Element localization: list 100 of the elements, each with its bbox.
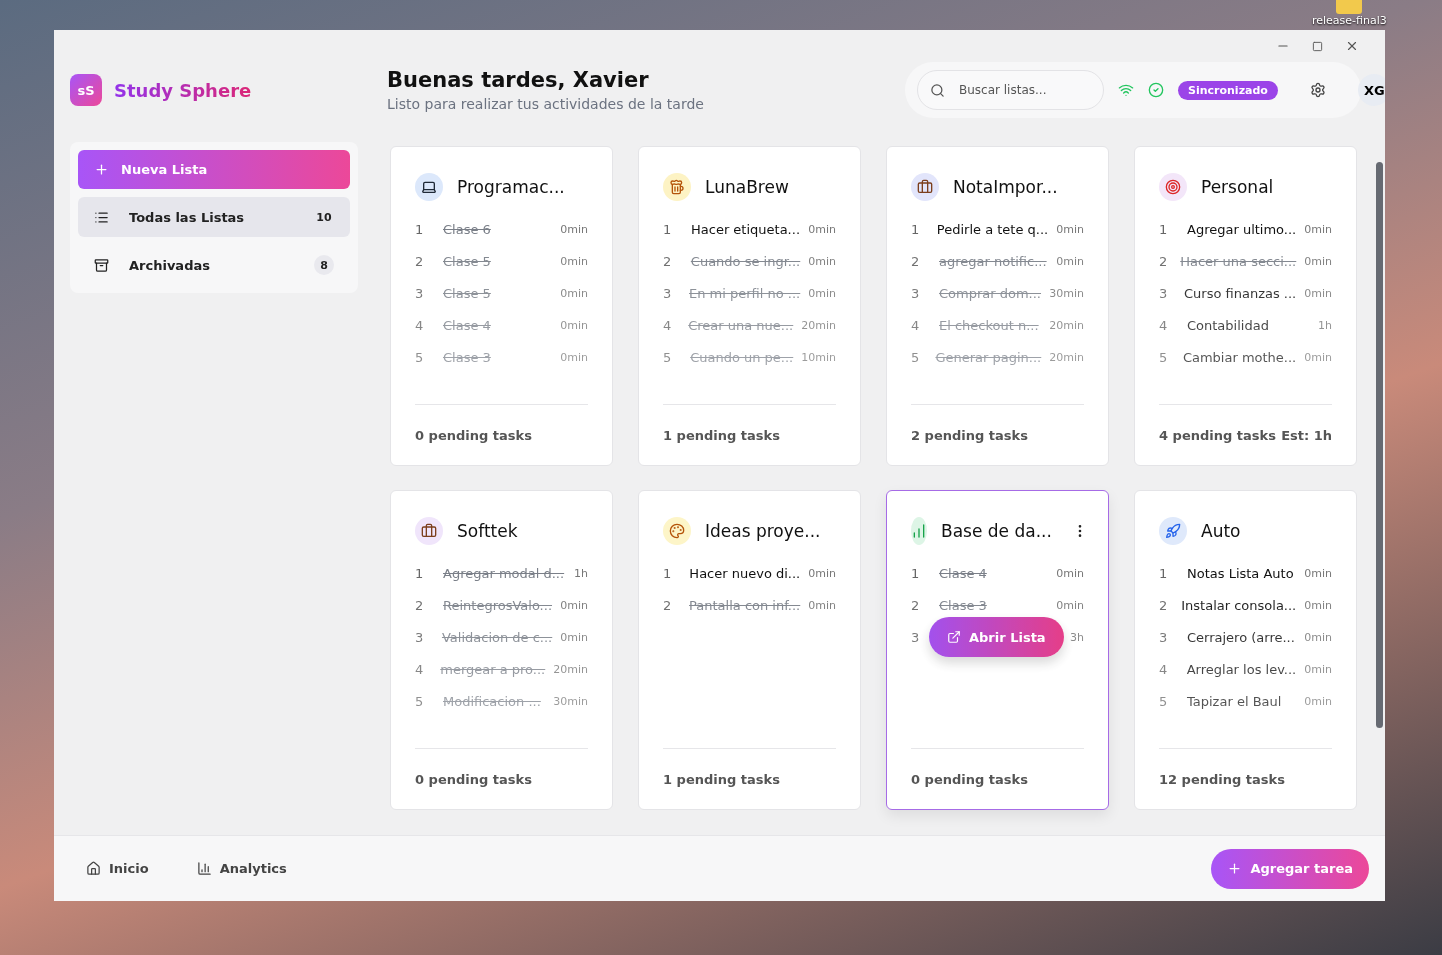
task-title: Tapizar el Baul [1187,693,1283,709]
task-title: agregar notific... [939,253,1048,269]
search-box[interactable]: Buscar listas... [917,70,1104,110]
open-list-button[interactable]: Abrir Lista [929,617,1064,657]
task-title: Notas Lista Auto [1187,565,1295,581]
pending-count: 12 pending tasks [1159,771,1285,787]
task-number: 1 [663,221,673,237]
task-duration: 0min [1304,286,1332,300]
list-card[interactable]: Base de da... 1 Clase 4 0min 2 Clase 3 0min 3 Abrir Lista 3h 0 pending tasks [886,490,1109,810]
pending-count: 4 pending tasks [1159,427,1276,443]
folder-icon[interactable] [1336,0,1363,14]
task-title: Cerrajero (arre... [1187,629,1296,645]
pending-count: 0 pending tasks [415,771,532,787]
nav-link[interactable]: Analytics [196,861,287,876]
user-avatar[interactable]: XG [1357,74,1385,106]
task-number: 5 [415,349,425,365]
task-number: 5 [415,693,425,709]
task-number: 2 [1159,597,1169,613]
target-icon [1165,179,1181,195]
task-duration: 1h [1318,318,1332,332]
external-link-icon [947,630,961,644]
task-number: 2 [415,597,425,613]
palette-icon [669,523,685,539]
desktop-icon-label[interactable]: release-final3 [1312,14,1387,27]
task-duration: 0min [560,254,588,268]
task-duration: 0min [808,254,836,268]
pending-count: 1 pending tasks [663,771,780,787]
nav-link[interactable]: Inicio [86,861,149,876]
task-duration: 0min [1056,254,1084,268]
settings-icon[interactable] [1309,82,1326,98]
briefcase-icon [421,523,437,539]
list-title: Programac... [457,177,565,197]
task-number: 2 [911,597,921,613]
search-field[interactable]: Buscar listas... [957,82,1091,98]
task-number: 5 [663,349,673,365]
add-task-button[interactable]: Agregar tarea [1211,848,1369,889]
task-title: Cuando un pe... [690,349,794,365]
task-duration: 0min [1304,662,1332,676]
task-title: Agregar modal d... [443,565,566,581]
search-icon [930,82,945,98]
logo-mark: sS [70,74,102,106]
task-number: 2 [663,253,673,269]
task-number: 4 [1159,317,1169,333]
pending-count: 0 pending tasks [911,771,1028,787]
sidebar-item[interactable]: Todas las Listas 10 [78,197,350,237]
task-title: Validacion de c... [441,629,553,645]
task-duration: 20min [553,662,588,676]
task-title: mergear a pro... [440,661,546,677]
task-number: 5 [1159,349,1169,365]
sidebar-item[interactable]: Archivadas 8 [78,245,350,285]
task-number: 3 [1159,285,1169,301]
task-duration: 3h [1070,630,1084,644]
list-icon [94,209,109,225]
pending-count: 2 pending tasks [911,427,1028,443]
list-card[interactable]: LunaBrew 1 Hacer etiqueta... 0min 2 Cuando se ingr... 0min 3 En mi perfil no ... 0min 4 Crear una nue... 20min 5 Cuando un pe... 10min 1 pending tasks [638,146,861,466]
task-title: Generar pagin... [935,349,1042,365]
scrollbar-thumb[interactable] [1376,162,1383,728]
task-number: 3 [911,629,921,645]
task-title: Clase 5 [443,285,492,301]
greeting-title: Buenas tardes, Xavier [387,68,650,92]
list-card[interactable]: Softtek 1 Agregar modal d... 1h 2 ReintegrosValo... 0min 3 Validacion de c... 0min 4 mergear a pro... 20min 5 Modificacion ... 30min 0 pending tasks [390,490,613,810]
bar-chart-icon [196,861,212,876]
list-title: Ideas proye... [705,521,821,541]
list-card[interactable]: Auto 1 Notas Lista Auto 0min 2 Instalar consola... 0min 3 Cerrajero (arre... 0min 4 Arreglar los lev... 0min 5 Tapizar el Baul 0min 12 pending tasks [1134,490,1357,810]
task-duration: 0min [1304,350,1332,364]
task-number: 2 [911,253,921,269]
task-number: 4 [1159,661,1169,677]
task-duration: 10min [801,350,836,364]
task-duration: 0min [808,286,836,300]
list-card[interactable]: Ideas proye... 1 Hacer nuevo di... 0min 2 Pantalla con inf... 0min 1 pending tasks [638,490,861,810]
task-duration: 0min [560,222,588,236]
task-title: Instalar consola... [1181,597,1297,613]
list-card[interactable]: NotaImpor... 1 Pedirle a tete q... 0min 2 agregar notific... 0min 3 Comprar dom... 30min 4 El checkout n... 20min 5 Generar pagin... 20min 2 pending tasks [886,146,1109,466]
task-duration: 0min [1304,694,1332,708]
pending-count: 1 pending tasks [663,427,780,443]
task-number: 3 [415,285,425,301]
task-title: Clase 3 [939,597,988,613]
check-circle-icon [1148,82,1164,98]
plus-icon [1227,861,1243,876]
briefcase-icon [917,179,933,195]
task-duration: 0min [1304,630,1332,644]
task-duration: 20min [801,318,836,332]
task-duration: 30min [553,694,588,708]
task-number: 3 [415,629,425,645]
task-number: 4 [415,661,425,677]
task-number: 1 [1159,565,1169,581]
list-title: Personal [1201,177,1274,197]
task-duration: 20min [1049,318,1084,332]
list-title: LunaBrew [705,177,789,197]
task-number: 5 [1159,693,1169,709]
task-duration: 0min [560,286,588,300]
new-list-button[interactable]: Nueva Lista [78,150,350,189]
task-duration: 0min [560,598,588,612]
list-card[interactable]: Personal 1 Agregar ultimo... 0min 2 Hacer una secci... 0min 3 Curso finanzas ... 0min 4 Contabilidad 1h 5 Cambiar mothe... 0min 4 pending tasks Est: 1h [1134,146,1357,466]
task-title: Pedirle a tete q... [936,221,1049,237]
task-duration: 20min [1049,350,1084,364]
task-title: Cuando se ingr... [690,253,801,269]
task-number: 3 [1159,629,1169,645]
sync-status-badge: Sincronizado [1178,80,1278,100]
list-card[interactable]: Programac... 1 Clase 6 0min 2 Clase 5 0min 3 Clase 5 0min 4 Clase 4 0min 5 Clase 3 0min 0 pending tasks [390,146,613,466]
